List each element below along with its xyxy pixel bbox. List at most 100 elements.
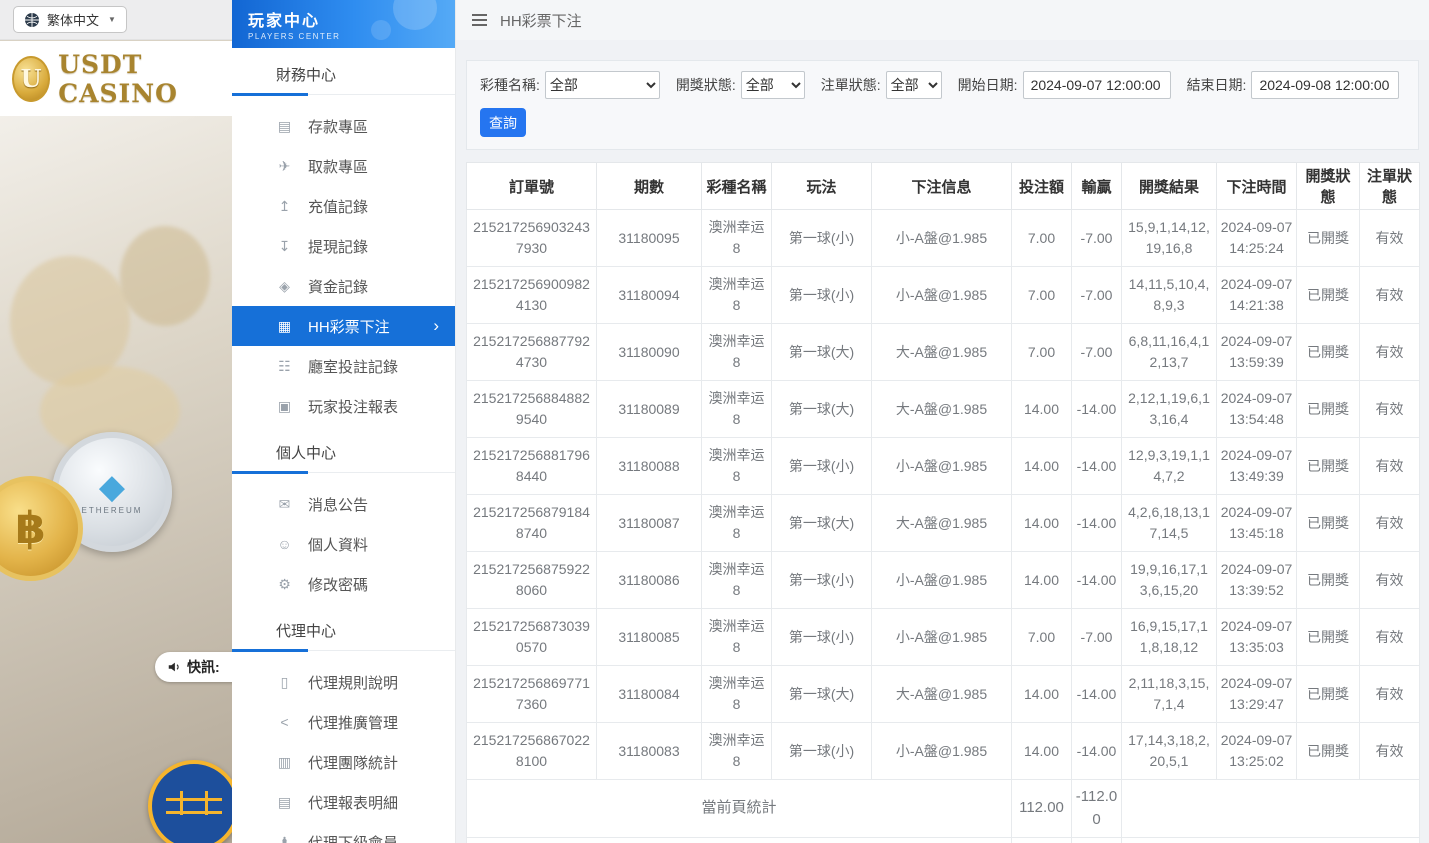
table-cell: 2152172568877924730: [467, 324, 597, 381]
table-cell: 已開獎: [1297, 267, 1360, 324]
table-cell: 有效: [1360, 552, 1420, 609]
gear-icon: ⚙: [276, 576, 293, 593]
sidebar-item-agent-report-detail[interactable]: ▤代理報表明細: [232, 782, 455, 822]
order-status-filter: 注單狀態: 全部: [821, 71, 942, 99]
sidebar-item-label: 資金記錄: [308, 276, 368, 297]
table-cell: 小-A盤@1.985: [872, 438, 1012, 495]
table-cell: 小-A盤@1.985: [872, 609, 1012, 666]
page-total-win: -112.00: [1072, 780, 1122, 838]
table-row: 215217256867022810031180083澳洲幸运8第一球(小)小-…: [467, 723, 1420, 780]
lottery-select[interactable]: 全部: [545, 71, 660, 99]
draw-status-select[interactable]: 全部: [741, 71, 805, 99]
table-cell: 2024-09-07 14:25:24: [1217, 210, 1297, 267]
query-button[interactable]: 查詢: [480, 108, 526, 137]
sidebar-item-hh-lottery-bets[interactable]: ▦HH彩票下注›: [232, 306, 455, 346]
draw-status-filter: 開獎狀態: 全部: [676, 71, 805, 99]
table-cell: 31180095: [597, 210, 702, 267]
table-cell: 大-A盤@1.985: [872, 495, 1012, 552]
end-date-input[interactable]: [1251, 71, 1399, 99]
table-cell: 31180094: [597, 267, 702, 324]
document-icon: ▯: [276, 674, 293, 691]
sidebar-item-room-bet-records[interactable]: ☷廳室投註記錄: [232, 346, 455, 386]
sidebar-item-agent-rules[interactable]: ▯ 代理規則說明: [232, 662, 455, 702]
table-cell: 第一球(小): [772, 552, 872, 609]
sidebar-item-deposit[interactable]: ▤存款專區: [232, 106, 455, 146]
sidebar-item-label: 代理推廣管理: [308, 712, 398, 733]
table-cell: 澳洲幸运8: [702, 267, 772, 324]
sidebar-item-cashout-records[interactable]: ↧提現記錄: [232, 226, 455, 266]
sidebar-item-fund-records[interactable]: ◈資金記錄: [232, 266, 455, 306]
bridge-icon: [166, 798, 222, 814]
language-label: 繁体中文: [47, 10, 99, 29]
main-topbar: HH彩票下注: [456, 0, 1429, 40]
news-ticker: 快訊:: [155, 652, 232, 682]
sidebar-item-player-bet-report[interactable]: ▣玩家投注報表: [232, 386, 455, 426]
table-cell: 31180085: [597, 609, 702, 666]
end-date-label: 結束日期:: [1187, 75, 1247, 95]
table-cell: 2024-09-07 13:59:39: [1217, 324, 1297, 381]
table-cell: 已開獎: [1297, 609, 1360, 666]
table-cell: 31180084: [597, 666, 702, 723]
sidebar-item-change-password[interactable]: ⚙修改密碼: [232, 564, 455, 604]
site-logo[interactable]: U USDT CASINO: [0, 41, 232, 116]
background-topbar: 繁体中文 ▼: [0, 0, 232, 40]
main-panel: HH彩票下注 彩種名稱: 全部 開獎狀態: 全部 注單狀態: 全部: [456, 0, 1429, 843]
language-selector[interactable]: 繁体中文 ▼: [13, 6, 127, 33]
menu-icon[interactable]: [472, 14, 487, 26]
table-cell: 澳洲幸运8: [702, 609, 772, 666]
table-header-row: 訂單號期數彩種名稱玩法下注信息投注額輸贏開獎結果下注時間開獎狀態注單狀態: [467, 163, 1420, 210]
table-cell: 澳洲幸运8: [702, 381, 772, 438]
table-cell: 2152172568759228060: [467, 552, 597, 609]
table-cell: 澳洲幸运8: [702, 552, 772, 609]
sidebar-item-label: 代理規則說明: [308, 672, 398, 693]
table-row: 215217256873039057031180085澳洲幸运8第一球(小)小-…: [467, 609, 1420, 666]
sidebar-subtitle: PLAYERS CENTER: [248, 32, 455, 41]
sidebar: 玩家中心 PLAYERS CENTER 財務中心▤存款專區✈取款專區↥充值記錄↧…: [232, 0, 456, 843]
table-cell: 小-A盤@1.985: [872, 552, 1012, 609]
sidebar-item-label: 取款專區: [308, 156, 368, 177]
team-logo: [148, 760, 232, 843]
table-cell: 12,9,3,19,1,14,7,2: [1122, 438, 1217, 495]
table-cell: 第一球(小): [772, 723, 872, 780]
table-cell: 澳洲幸运8: [702, 324, 772, 381]
table-cell: 15,9,1,14,12,19,16,8: [1122, 210, 1217, 267]
sidebar-item-agent-members[interactable]: ♟代理下級會員: [232, 822, 455, 843]
sidebar-item-label: HH彩票下注: [308, 316, 390, 337]
sidebar-item-profile[interactable]: ☺個人資料: [232, 524, 455, 564]
page-total-bet: 112.00: [1012, 780, 1072, 838]
table-cell: -14.00: [1072, 666, 1122, 723]
table-cell: 已開獎: [1297, 381, 1360, 438]
table-body: 215217256903243793031180095澳洲幸运8第一球(小)小-…: [467, 210, 1420, 780]
logo-coin-icon: U: [12, 56, 50, 102]
table-cell: 31180088: [597, 438, 702, 495]
sidebar-section-divider: [232, 94, 455, 95]
table-cell: 澳洲幸运8: [702, 723, 772, 780]
table-cell: -14.00: [1072, 438, 1122, 495]
table-cell: -7.00: [1072, 324, 1122, 381]
sidebar-item-label: 存款專區: [308, 116, 368, 137]
order-status-filter-label: 注單狀態:: [821, 75, 881, 95]
table-cell: 澳洲幸运8: [702, 666, 772, 723]
table-cell: -14.00: [1072, 723, 1122, 780]
sidebar-item-withdraw[interactable]: ✈取款專區: [232, 146, 455, 186]
sidebar-header: 玩家中心 PLAYERS CENTER: [232, 0, 455, 48]
sidebar-item-agent-promotion[interactable]: <代理推廣管理: [232, 702, 455, 742]
table-row: 215217256879184874031180087澳洲幸运8第一球(大)大-…: [467, 495, 1420, 552]
table-cell: 2152172569009824130: [467, 267, 597, 324]
table-cell: 已開獎: [1297, 723, 1360, 780]
user-icon: ☺: [276, 536, 293, 552]
grand-total-row: 總統計 301.00 -203.72: [467, 838, 1420, 843]
table-cell: 2152172568791848740: [467, 495, 597, 552]
start-date-input[interactable]: [1023, 71, 1171, 99]
table-cell: 有效: [1360, 723, 1420, 780]
sidebar-item-agent-team-stats[interactable]: ▥代理團隊統計: [232, 742, 455, 782]
page: 繁体中文 ▼ U USDT CASINO ◆ ETHEREUM ฿ 快訊:: [0, 0, 1429, 843]
table-cell: 7.00: [1012, 609, 1072, 666]
bets-table-wrap: 訂單號期數彩種名稱玩法下注信息投注額輸贏開獎結果下注時間開獎狀態注單狀態 215…: [466, 162, 1419, 843]
table-cell: 2152172568817968440: [467, 438, 597, 495]
order-status-select[interactable]: 全部: [886, 71, 942, 99]
globe-icon: [24, 12, 40, 28]
sidebar-item-announcements[interactable]: ✉消息公告: [232, 484, 455, 524]
table-cell: 2024-09-07 13:54:48: [1217, 381, 1297, 438]
sidebar-item-recharge-records[interactable]: ↥充值記錄: [232, 186, 455, 226]
